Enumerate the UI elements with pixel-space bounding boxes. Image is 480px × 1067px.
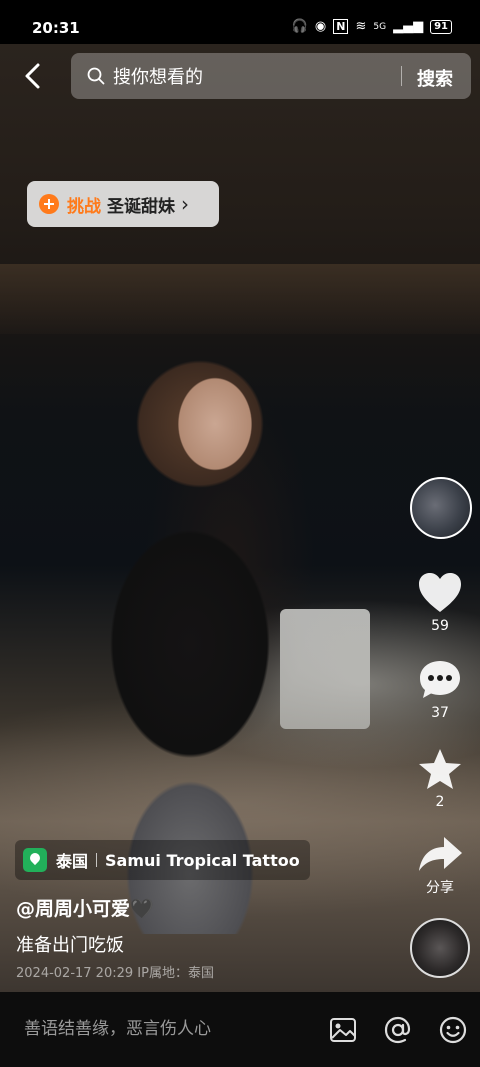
- heart-icon: [419, 573, 461, 612]
- challenge-tag-button[interactable]: 挑战 圣诞甜妹 ›: [27, 181, 219, 227]
- network-label: 5G: [373, 21, 387, 32]
- nfc-icon: N: [333, 19, 349, 34]
- chevron-right-icon: ›: [181, 192, 189, 216]
- favorite-count: 2: [435, 794, 445, 810]
- signal-icon: ▂▄▆: [393, 19, 424, 34]
- search-icon: [87, 67, 105, 85]
- search-divider: [401, 66, 402, 86]
- black-heart-emoji: 🖤: [130, 898, 154, 920]
- mention-icon[interactable]: [383, 1015, 413, 1045]
- comment-bubble-icon: [420, 661, 460, 698]
- status-time: 20:31: [32, 19, 80, 37]
- username-text: @周周小可爱: [16, 898, 131, 920]
- like-count: 59: [431, 618, 449, 634]
- image-icon[interactable]: [328, 1015, 358, 1045]
- share-button[interactable]: 分享: [405, 835, 475, 897]
- location-divider: [96, 853, 98, 867]
- back-arrow-icon: [25, 63, 40, 89]
- eye-icon: ◉: [314, 19, 327, 34]
- back-button[interactable]: [16, 58, 52, 94]
- username[interactable]: @周周小可爱🖤: [16, 894, 154, 921]
- video-caption: 准备出门吃饭: [16, 935, 124, 956]
- search-bar[interactable]: 搜索: [71, 53, 471, 99]
- comment-bar: [0, 992, 480, 1067]
- wifi-icon: ≋: [355, 19, 367, 34]
- share-arrow-icon: [419, 837, 462, 871]
- search-input[interactable]: [111, 62, 395, 92]
- post-meta: 2024-02-17 20:29 IP属地：泰国: [16, 966, 214, 981]
- like-button[interactable]: 59: [405, 572, 475, 634]
- author-avatar[interactable]: [410, 477, 472, 539]
- headphones-icon: 🎧: [291, 19, 308, 34]
- share-label: 分享: [426, 880, 454, 896]
- search-button[interactable]: 搜索: [417, 65, 453, 91]
- challenge-name: 圣诞甜妹: [107, 196, 175, 217]
- status-bar: 20:31 🎧 ◉ N ≋ 5G ▂▄▆ 91: [0, 0, 480, 44]
- music-disc-avatar[interactable]: [410, 918, 470, 978]
- battery-icon: 91: [430, 19, 452, 34]
- location-pin-icon: [23, 848, 47, 872]
- comment-button[interactable]: 37: [405, 659, 475, 721]
- status-icons: 🎧 ◉ N ≋ 5G ▂▄▆ 91: [292, 19, 452, 34]
- challenge-label: 挑战: [67, 196, 101, 217]
- comment-input[interactable]: [22, 1014, 316, 1044]
- location-country: 泰国: [56, 852, 89, 871]
- favorite-button[interactable]: 2: [405, 748, 475, 810]
- star-icon: [419, 749, 461, 789]
- challenge-plus-icon: [39, 194, 59, 214]
- comment-count: 37: [431, 705, 449, 721]
- location-tag[interactable]: 泰国 Samui Tropical Tattoo: [15, 840, 310, 880]
- emoji-icon[interactable]: [438, 1015, 468, 1045]
- location-place: Samui Tropical Tattoo: [105, 850, 300, 870]
